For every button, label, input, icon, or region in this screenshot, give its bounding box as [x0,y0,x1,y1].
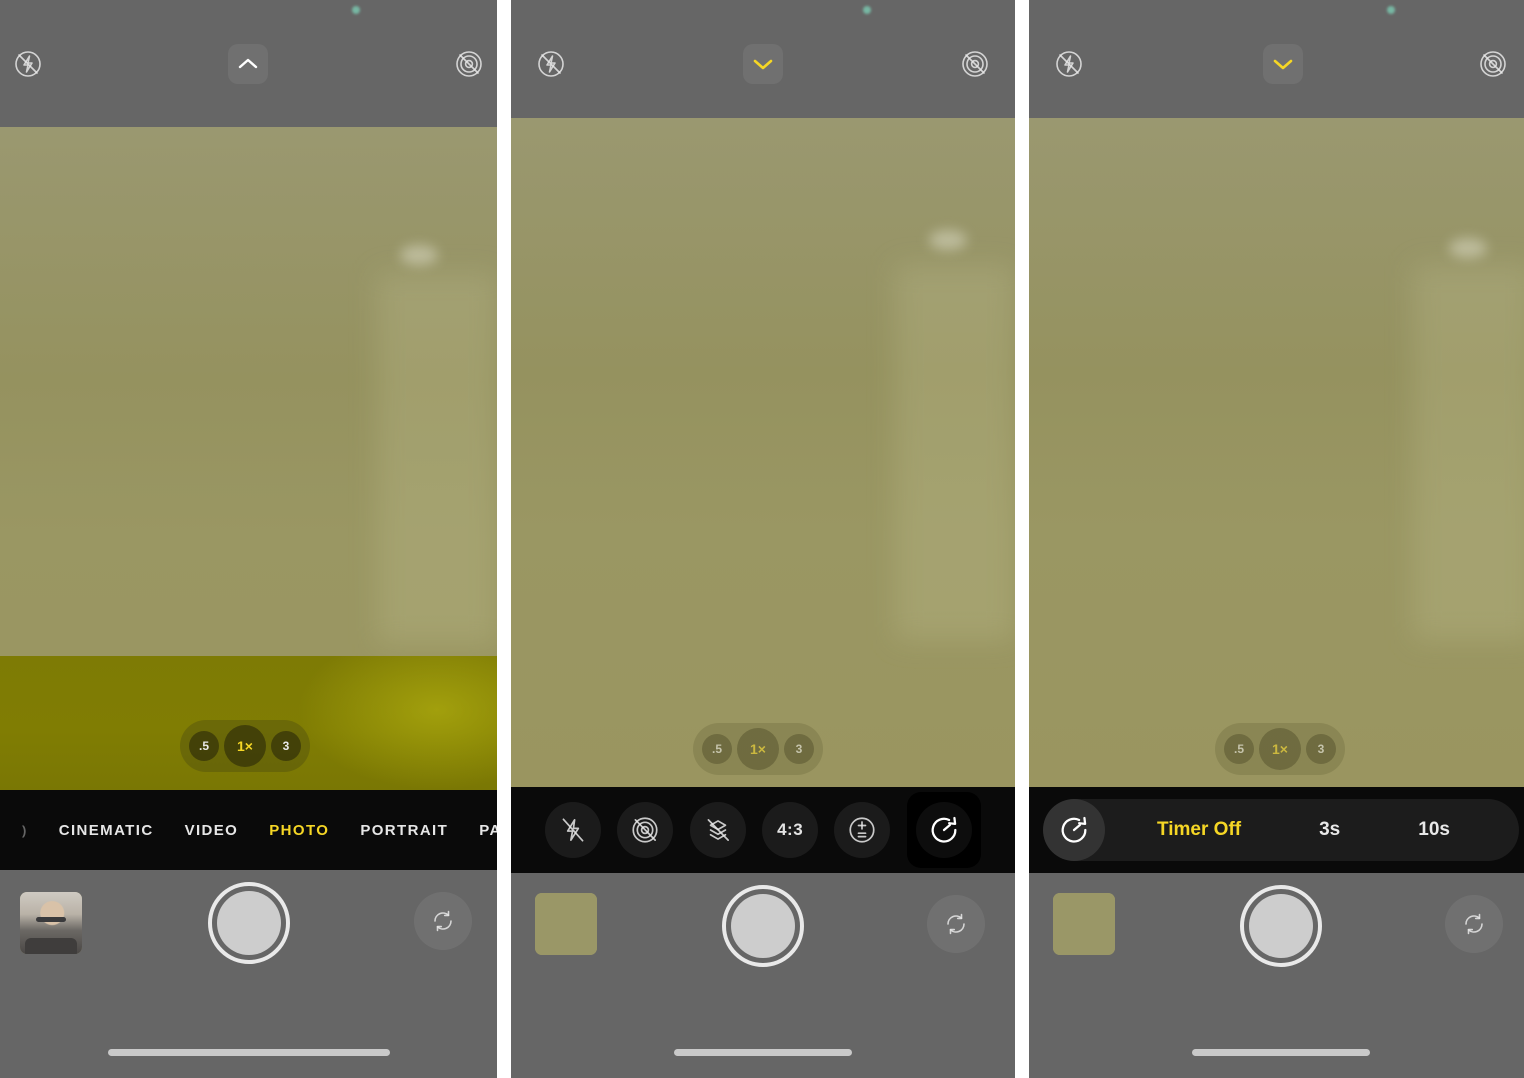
photo-library-thumbnail[interactable] [535,893,597,955]
viewfinder-wall-highlight [377,272,497,645]
screenshot-sheet: .5 1× 3 ) CINEMATIC VIDEO PHOTO PORTRAIT… [0,0,1524,1078]
zoom-control-pill[interactable]: .5 1× 3 [693,723,823,775]
camera-viewfinder[interactable]: .5 1× 3 [0,127,497,790]
camera-flip-icon[interactable] [927,895,985,953]
zoom-option-2[interactable]: 3 [271,731,301,761]
camera-flip-icon[interactable] [414,892,472,950]
timer-option-list: Timer Off 3s 10s [1105,819,1450,841]
zoom-option-1[interactable]: 1× [737,728,779,770]
chevron-up-icon[interactable] [228,44,268,84]
thumbnail-sunglasses [36,916,66,923]
mode-item-cinematic[interactable]: CINEMATIC [59,822,154,839]
phone-panel-photo-mode: .5 1× 3 ) CINEMATIC VIDEO PHOTO PORTRAIT… [0,0,497,1078]
shutter-inner [1249,894,1313,958]
viewfinder-band-glow [297,656,497,790]
mode-list: ) CINEMATIC VIDEO PHOTO PORTRAIT PANO [0,822,497,839]
zoom-option-1[interactable]: 1× [224,725,266,767]
camera-controls-strip: 4:3 [511,787,1015,873]
raw-off-icon[interactable] [689,802,746,858]
live-photo-off-icon[interactable] [449,44,489,84]
aspect-ratio-label: 4:3 [777,820,804,839]
flash-off-icon[interactable] [1049,44,1089,84]
timer-options-pill: Timer Off 3s 10s [1043,799,1519,861]
privacy-green-dot-icon [1387,6,1395,14]
mode-item-video[interactable]: VIDEO [185,822,239,839]
aspect-ratio-button[interactable]: 4:3 [762,802,819,858]
timer-option-3s[interactable]: 3s [1319,819,1340,841]
shutter-button[interactable] [207,882,290,964]
timer-option-off[interactable]: Timer Off [1157,819,1241,841]
shutter-button[interactable] [1240,885,1322,967]
chevron-down-icon[interactable] [1263,44,1303,84]
live-photo-off-icon[interactable] [955,44,995,84]
flash-off-icon[interactable] [8,44,48,84]
camera-flip-icon[interactable] [1445,895,1503,953]
chevron-down-icon[interactable] [743,44,783,84]
thumbnail-image [535,893,597,955]
mode-item-pano[interactable]: PANO [479,822,497,839]
thumbnail-image [20,892,82,954]
privacy-green-dot-icon [352,6,360,14]
home-indicator [674,1049,852,1056]
zoom-control-pill[interactable]: .5 1× 3 [1215,723,1345,775]
timer-options-strip: Timer Off 3s 10s [1029,787,1524,873]
thumbnail-image [1053,893,1115,955]
top-control-bar [511,0,1015,118]
mode-item-prev-partial[interactable]: ) [22,823,28,838]
zoom-control-pill[interactable]: .5 1× 3 [180,720,310,772]
camera-viewfinder[interactable]: .5 1× 3 [1029,118,1524,787]
zoom-option-0[interactable]: .5 [1224,734,1254,764]
bottom-action-bar [0,870,497,1078]
shutter-button[interactable] [722,885,804,967]
top-control-bar [0,0,497,127]
timer-icon[interactable] [906,792,981,868]
zoom-option-2[interactable]: 3 [1306,734,1336,764]
phone-panel-timer-options: .5 1× 3 Timer Off 3s 10s [1029,0,1524,1078]
bottom-action-bar [1029,873,1524,1078]
mode-item-portrait[interactable]: PORTRAIT [360,822,448,839]
flash-off-icon[interactable] [545,802,602,858]
privacy-green-dot-icon [863,6,871,14]
camera-viewfinder[interactable]: .5 1× 3 [511,118,1015,787]
flash-off-icon[interactable] [531,44,571,84]
home-indicator [107,1049,390,1056]
zoom-option-2[interactable]: 3 [784,734,814,764]
viewfinder-light-blob [929,230,967,250]
top-control-bar [1029,0,1524,118]
mode-item-photo[interactable]: PHOTO [269,822,329,839]
viewfinder-light-blob [400,245,438,265]
photo-library-thumbnail[interactable] [1053,893,1115,955]
zoom-option-1[interactable]: 1× [1259,728,1301,770]
zoom-option-0[interactable]: .5 [702,734,732,764]
shutter-inner [216,891,281,955]
zoom-option-0[interactable]: .5 [189,731,219,761]
photo-library-thumbnail[interactable] [20,892,82,954]
viewfinder-wall-highlight [895,265,1015,640]
bottom-action-bar [511,873,1015,1078]
phone-panel-controls-expanded: .5 1× 3 4:3 [511,0,1015,1078]
exposure-icon[interactable] [834,802,891,858]
live-photo-off-icon[interactable] [617,802,674,858]
viewfinder-light-blob [1449,238,1487,258]
timer-icon-inner [915,802,972,858]
camera-mode-strip[interactable]: ) CINEMATIC VIDEO PHOTO PORTRAIT PANO [0,790,497,870]
live-photo-off-icon[interactable] [1473,44,1513,84]
timer-icon[interactable] [1043,799,1105,861]
shutter-inner [731,894,795,958]
home-indicator [1192,1049,1370,1056]
timer-option-10s[interactable]: 10s [1418,819,1450,841]
viewfinder-wall-highlight [1413,265,1524,640]
thumbnail-torso [24,937,78,954]
